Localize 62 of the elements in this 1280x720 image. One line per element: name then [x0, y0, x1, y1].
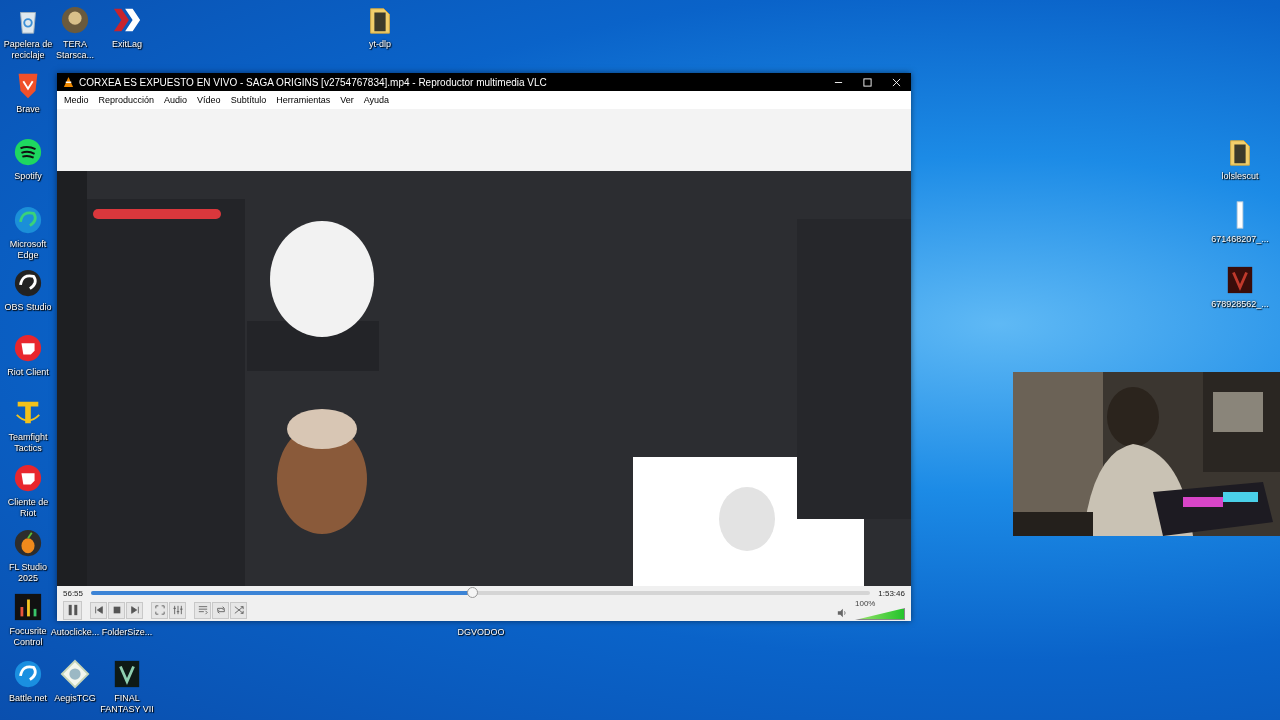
shuffle-icon	[233, 605, 244, 615]
window-title: CORXEA ES EXPUESTO EN VIVO - SAGA ORIGINS [v2754767834].mp4 - Reproductor multimedia VLC	[79, 76, 547, 88]
seek-handle[interactable]	[466, 587, 478, 598]
close-icon[interactable]	[892, 77, 901, 87]
next-icon	[129, 605, 140, 615]
icon-label[interactable]: Riot Client	[7, 367, 49, 378]
icon-label[interactable]: Spotify	[14, 171, 42, 182]
game-cover-icon[interactable]	[112, 659, 142, 689]
menu-item[interactable]: Audio	[159, 93, 193, 107]
icon-label[interactable]: OBS Studio	[4, 302, 52, 313]
fullscreen-button[interactable]	[151, 601, 168, 619]
playlist-button[interactable]	[194, 601, 211, 619]
next-button[interactable]	[126, 601, 143, 619]
icon-label[interactable]: Papelera de reciclaje	[0, 39, 56, 61]
menu-item[interactable]: Subtítulo	[225, 93, 272, 107]
total-time: 1:53:46	[878, 588, 905, 598]
icon-label[interactable]: FL Studio 2025	[0, 562, 56, 584]
icon-label[interactable]: AegisTCG	[54, 693, 96, 704]
pause-icon	[66, 604, 79, 616]
fist-icon[interactable]	[13, 463, 43, 493]
stop-icon	[111, 605, 122, 615]
icon-label[interactable]: lolslescut	[1221, 171, 1259, 182]
cone-icon	[63, 76, 74, 88]
loop-button[interactable]	[212, 601, 229, 619]
menu-item[interactable]: Medio	[59, 93, 94, 107]
icon-label[interactable]: yt-dlp	[369, 39, 391, 50]
icon-label[interactable]: Battle.net	[9, 693, 47, 704]
elapsed-time: 56:55	[63, 588, 84, 598]
icon-label[interactable]: FINAL FANTASY VII	[99, 693, 155, 715]
fist-icon[interactable]	[13, 333, 43, 363]
volume-reading: 100%	[855, 600, 876, 608]
icon-label[interactable]: DGVODOO	[457, 627, 505, 638]
settings-button[interactable]	[169, 601, 186, 619]
sliders-icon	[172, 605, 183, 615]
menu-item[interactable]: Reproducción	[93, 93, 160, 107]
previous-icon	[93, 605, 104, 615]
icon-label[interactable]: Cliente de Riot	[0, 497, 56, 519]
fullscreen-icon	[154, 605, 165, 615]
spotify-icon[interactable]	[13, 137, 43, 167]
play-pause-button[interactable]	[63, 600, 82, 620]
icon-label[interactable]: Teamfight Tactics	[0, 432, 56, 454]
menu-item[interactable]: Herramientas	[271, 93, 336, 107]
icon-label[interactable]: ExitLag	[112, 39, 142, 50]
menu-item[interactable]: Ayuda	[358, 93, 395, 107]
menu-item[interactable]: Ver	[335, 93, 359, 107]
menu-item[interactable]: Vídeo	[192, 93, 226, 107]
previous-button[interactable]	[90, 601, 107, 619]
loop-icon	[215, 605, 226, 615]
maximize-icon[interactable]	[863, 77, 872, 87]
icon-label[interactable]: Microsoft Edge	[0, 239, 56, 261]
icon-label[interactable]: Autoclicke...	[50, 627, 100, 638]
fruit-icon[interactable]	[13, 528, 43, 558]
game-icon[interactable]	[60, 5, 90, 35]
image-file-icon[interactable]	[1225, 265, 1255, 295]
shuffle-button[interactable]	[230, 601, 247, 619]
diamond-icon[interactable]	[60, 659, 90, 689]
speaker-icon[interactable]	[837, 608, 847, 618]
meter-icon[interactable]	[13, 592, 43, 622]
icon-label[interactable]: FolderSize...	[101, 627, 153, 638]
playlist-icon	[197, 605, 208, 615]
icon-label[interactable]: Brave	[16, 104, 40, 115]
stop-button[interactable]	[108, 601, 125, 619]
